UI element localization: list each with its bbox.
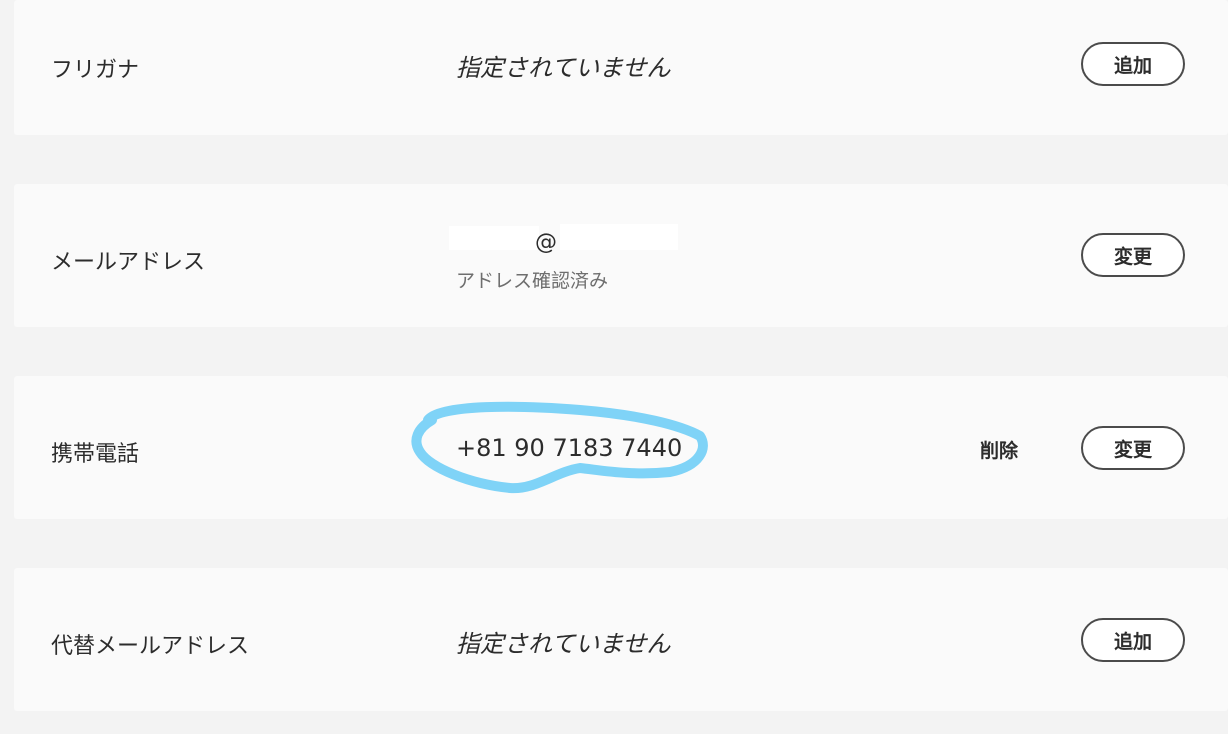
mobile-phone-label: 携帯電話 [51,442,140,467]
email-redaction-right [560,224,678,250]
mobile-phone-row: 携帯電話 +81 90 7183 7440 削除 変更 [14,376,1228,519]
email-row: メールアドレス @ アドレス確認済み 変更 [14,184,1228,327]
change-email-button[interactable]: 変更 [1081,233,1185,277]
alternate-email-label: 代替メールアドレス [51,634,250,659]
email-redaction-left [449,226,539,250]
alternate-email-row: 代替メールアドレス 指定されていません 追加 [14,568,1228,711]
email-label: メールアドレス [51,250,206,275]
furigana-row: フリガナ 指定されていません 追加 [14,0,1228,135]
delete-phone-button[interactable]: 削除 [980,436,1018,463]
alternate-email-value: 指定されていません [456,630,671,658]
mobile-phone-value: +81 90 7183 7440 [456,434,683,462]
email-value: @ [535,230,557,255]
furigana-label: フリガナ [51,58,140,83]
email-verified-status: アドレス確認済み [456,270,609,292]
change-phone-button[interactable]: 変更 [1081,426,1185,470]
add-alternate-email-button[interactable]: 追加 [1081,618,1185,662]
add-furigana-button[interactable]: 追加 [1081,42,1185,86]
furigana-value: 指定されていません [456,54,671,82]
